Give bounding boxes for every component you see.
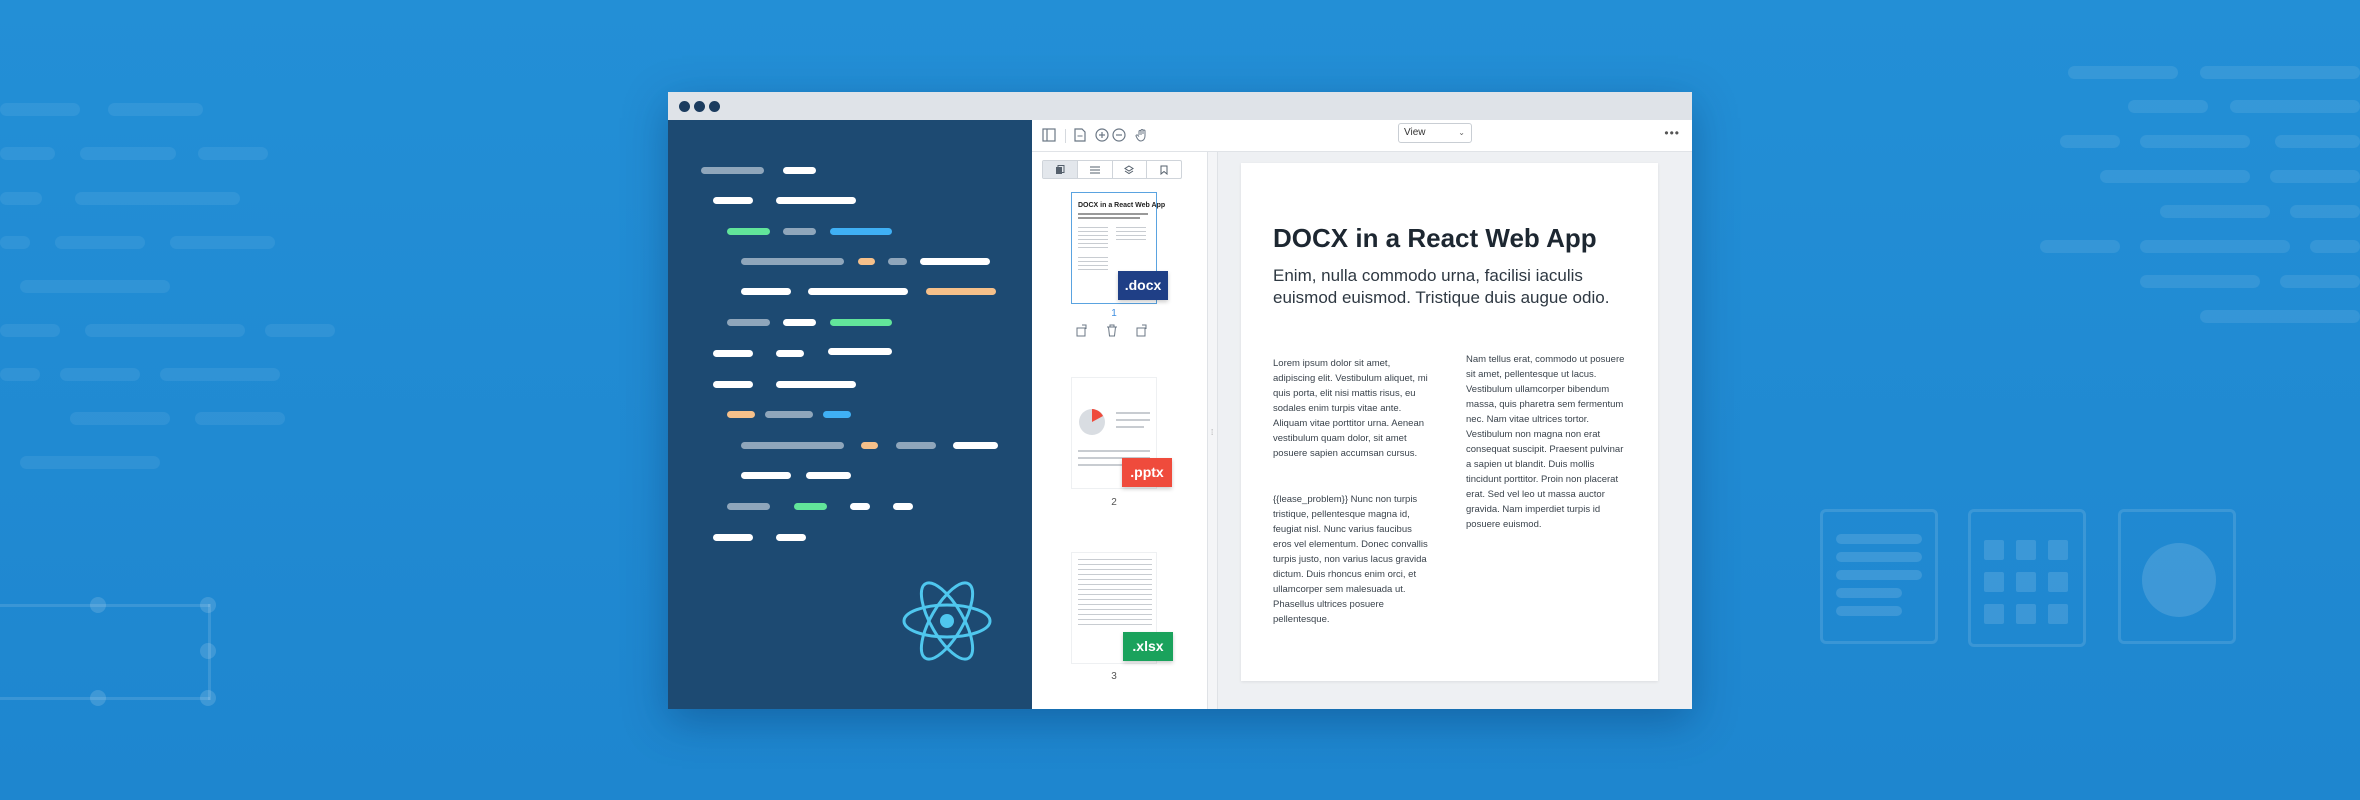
panel-resize-handle[interactable]: ⁞ <box>1208 152 1218 709</box>
app-window: View ⌄ ••• DOCX in a React Web App .docx… <box>668 92 1692 709</box>
view-select-value: View <box>1404 127 1426 138</box>
react-logo-icon <box>902 581 992 661</box>
docx-badge: .docx <box>1118 271 1168 300</box>
thumbnails-panel: DOCX in a React Web App .docx 1 .pptx 2 … <box>1032 152 1208 709</box>
column-1-paragraph-2: {{lease_problem}} Nunc non turpis tristi… <box>1273 494 1428 625</box>
thumbnails-tab[interactable] <box>1043 161 1078 178</box>
layers-tab[interactable] <box>1113 161 1148 178</box>
xlsx-badge: .xlsx <box>1123 632 1173 661</box>
window-titlebar <box>668 92 1692 120</box>
page-number-2: 2 <box>1111 497 1117 508</box>
window-close-button[interactable] <box>679 101 690 112</box>
sidebar-toggle-icon[interactable] <box>1041 128 1057 144</box>
pan-hand-icon[interactable] <box>1134 128 1150 144</box>
outline-tab[interactable] <box>1078 161 1113 178</box>
column-1-paragraph-1: Lorem ipsum dolor sit amet, adipiscing e… <box>1273 358 1428 459</box>
document-title: DOCX in a React Web App <box>1273 223 1597 253</box>
code-editor-illustration <box>668 120 1032 709</box>
thumbnail-title: DOCX in a React Web App <box>1078 202 1166 209</box>
zoom-in-icon[interactable] <box>1094 128 1110 144</box>
document-page: DOCX in a React Web App Enim, nulla comm… <box>1241 163 1658 681</box>
column-2-paragraph-1: Nam tellus erat, commodo ut posuere sit … <box>1466 354 1625 530</box>
chevron-down-icon: ⌄ <box>1458 128 1465 137</box>
rotate-right-icon[interactable] <box>1136 324 1149 340</box>
page-number-1: 1 <box>1111 308 1117 319</box>
document-viewer: View ⌄ ••• DOCX in a React Web App .docx… <box>1032 120 1692 709</box>
window-maximize-button[interactable] <box>709 101 720 112</box>
delete-page-icon[interactable] <box>1106 324 1118 340</box>
more-options-icon[interactable]: ••• <box>1664 126 1680 140</box>
panel-tabs <box>1042 160 1182 179</box>
view-select[interactable]: View ⌄ <box>1398 123 1472 143</box>
document-subtitle: Enim, nulla commodo urna, facilisi iacul… <box>1273 266 1610 307</box>
pie-chart-thumbnail-icon <box>1079 409 1105 435</box>
rotate-left-icon[interactable] <box>1076 324 1089 340</box>
document-icon[interactable] <box>1072 128 1088 144</box>
window-minimize-button[interactable] <box>694 101 705 112</box>
viewer-toolbar: View ⌄ ••• <box>1032 120 1692 152</box>
zoom-out-icon[interactable] <box>1111 128 1127 144</box>
bookmarks-tab[interactable] <box>1147 161 1181 178</box>
page-number-3: 3 <box>1111 671 1117 682</box>
pptx-badge: .pptx <box>1122 458 1172 487</box>
